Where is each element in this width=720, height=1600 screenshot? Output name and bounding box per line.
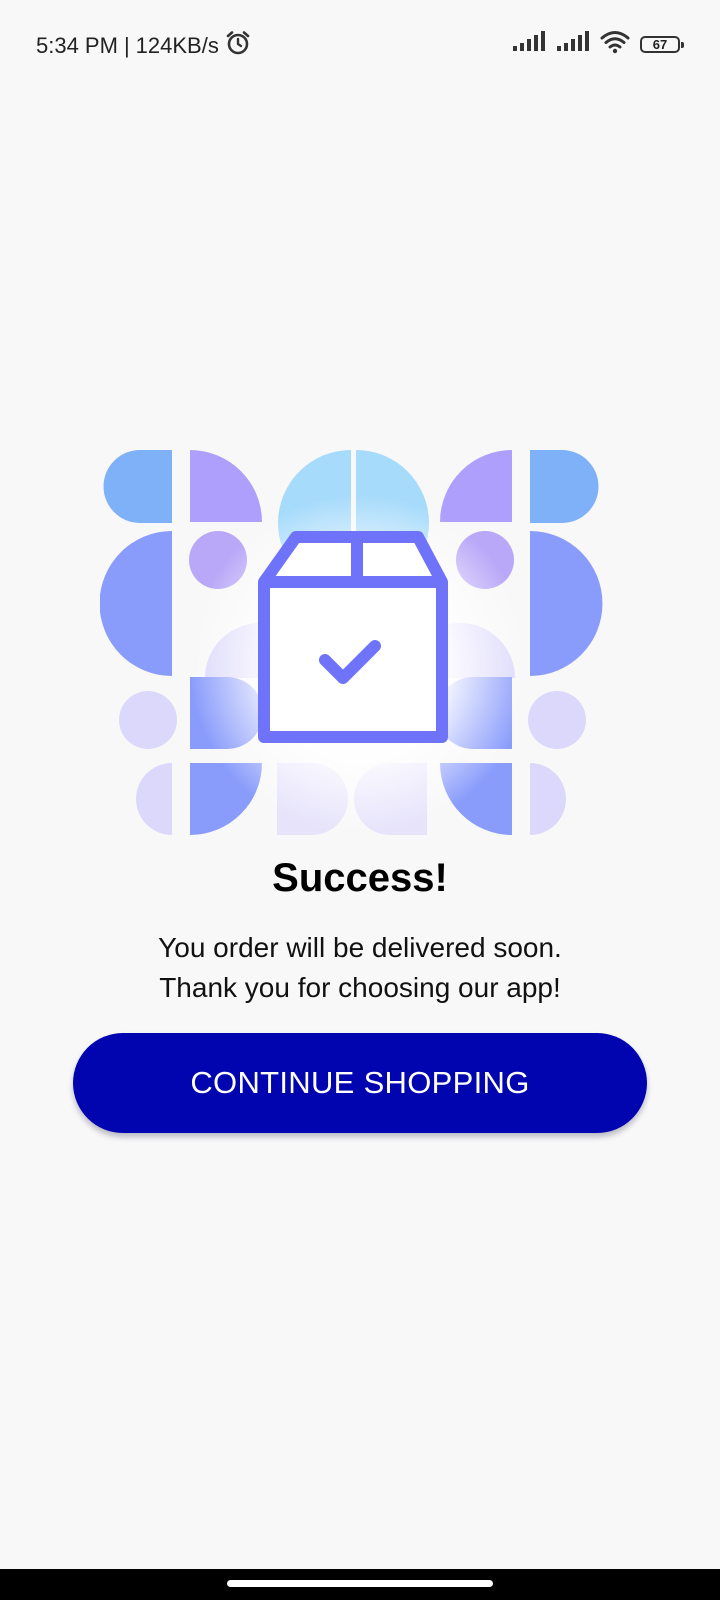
status-separator: | (123, 33, 130, 58)
wifi-icon (600, 30, 630, 59)
signal-icon (512, 31, 546, 58)
status-left: 5:34 PM | 124KB/s (36, 30, 251, 62)
continue-shopping-button[interactable]: CONTINUE SHOPPING (73, 1033, 647, 1133)
success-title: Success! (272, 856, 448, 900)
status-time: 5:34 PM (36, 33, 118, 58)
message-line-1: You order will be delivered soon. (158, 932, 562, 963)
package-check-icon (258, 531, 448, 743)
system-navigation-bar (0, 1569, 720, 1600)
status-bar: 5:34 PM | 124KB/s 67 (0, 0, 720, 90)
success-illustration (99, 445, 620, 850)
battery-icon: 67 (640, 36, 684, 53)
signal-icon-secondary (556, 31, 590, 58)
order-success-screen: 5:34 PM | 124KB/s 67 Success! You order … (0, 0, 720, 1600)
alarm-clock-icon (225, 30, 251, 62)
network-speed: 124KB/s (135, 33, 219, 58)
battery-level: 67 (652, 37, 668, 52)
home-indicator[interactable] (227, 1580, 493, 1587)
message-line-2: Thank you for choosing our app! (159, 972, 561, 1003)
success-message: You order will be delivered soon. Thank … (0, 928, 720, 1008)
status-right: 67 (512, 30, 684, 59)
